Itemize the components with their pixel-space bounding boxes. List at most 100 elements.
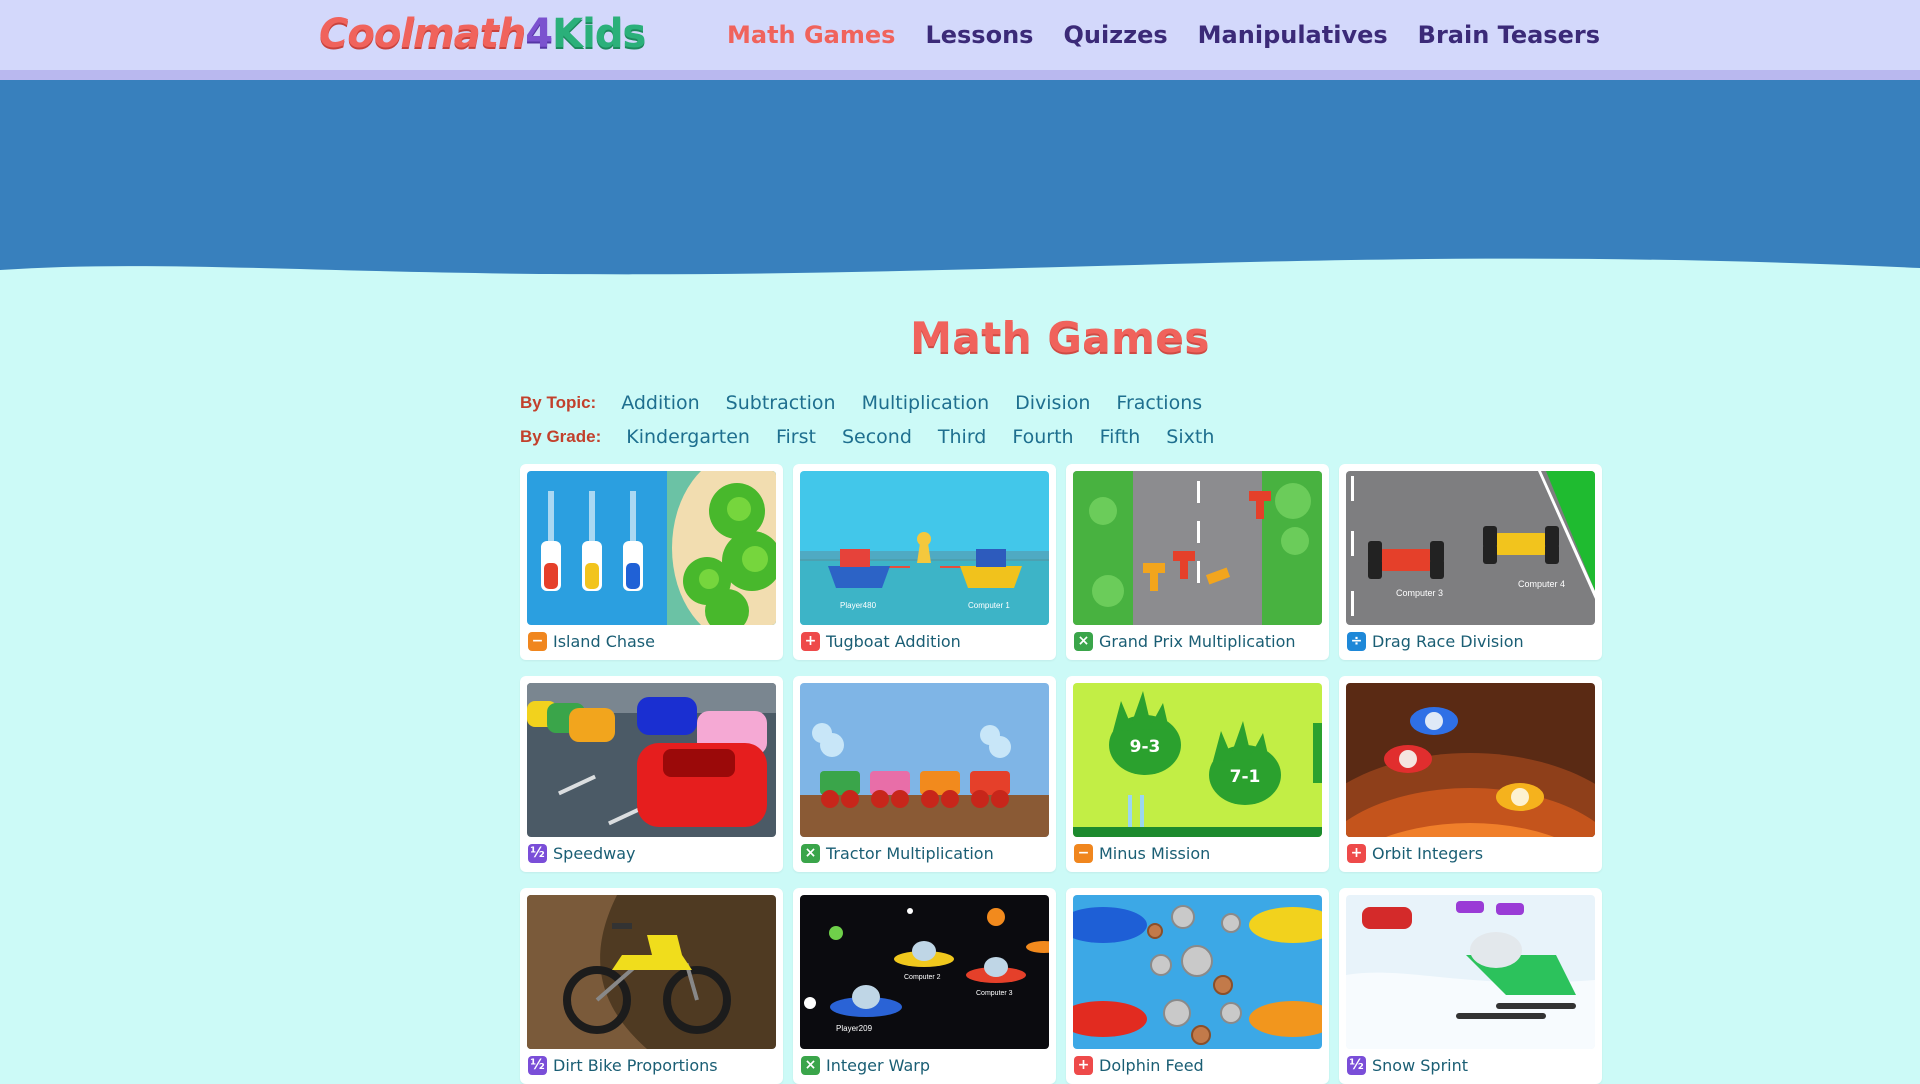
game-thumbnail — [1073, 471, 1322, 625]
game-caption: ÷ Drag Race Division — [1346, 625, 1595, 658]
game-thumbnail — [527, 471, 776, 625]
nav-link-manipulatives[interactable]: Manipulatives — [1198, 21, 1388, 49]
game-caption: × Tractor Multiplication — [800, 837, 1049, 870]
game-title: Tugboat Addition — [826, 632, 961, 651]
subtraction-icon: − — [1074, 844, 1093, 863]
thumbnail-label: Computer 4 — [1518, 579, 1565, 589]
nav-link-lessons[interactable]: Lessons — [925, 21, 1033, 49]
fraction-icon: ½ — [528, 844, 547, 863]
nav-link-quizzes[interactable]: Quizzes — [1063, 21, 1167, 49]
addition-icon: + — [1074, 1056, 1093, 1075]
game-caption: + Dolphin Feed — [1073, 1049, 1322, 1082]
topic-link-addition[interactable]: Addition — [621, 392, 699, 414]
game-title: Dirt Bike Proportions — [553, 1056, 718, 1075]
site-logo[interactable]: Coolmath4Kids — [319, 11, 646, 57]
game-thumbnail — [800, 683, 1049, 837]
grade-filter-row: By Grade: Kindergarten First Second Thir… — [520, 420, 1240, 454]
thumbnail-label: Player209 — [836, 1024, 873, 1033]
multiplication-icon: × — [801, 844, 820, 863]
main-nav: Math Games Lessons Quizzes Manipulatives… — [727, 0, 1600, 70]
games-grid: − Island Chase Player480 Computer 1 + Tu… — [520, 464, 1602, 1084]
game-title: Snow Sprint — [1372, 1056, 1469, 1075]
game-caption: × Integer Warp — [800, 1049, 1049, 1082]
banner-wave — [0, 80, 1920, 275]
page-title: Math Games — [910, 313, 1210, 362]
game-title: Integer Warp — [826, 1056, 930, 1075]
fraction-icon: ½ — [528, 1056, 547, 1075]
nav-link-brain-teasers[interactable]: Brain Teasers — [1418, 21, 1600, 49]
nav-divider-strip — [0, 70, 1920, 80]
topic-link-fractions[interactable]: Fractions — [1116, 392, 1202, 414]
game-thumbnail: Computer 3 Computer 4 — [1346, 471, 1595, 625]
grade-link-fourth[interactable]: Fourth — [1012, 426, 1073, 448]
topic-link-multiplication[interactable]: Multiplication — [862, 392, 990, 414]
game-card-speedway[interactable]: ½ Speedway — [520, 676, 783, 872]
game-card-tractor-multiplication[interactable]: × Tractor Multiplication — [793, 676, 1056, 872]
game-caption: ½ Dirt Bike Proportions — [527, 1049, 776, 1082]
addition-icon: + — [801, 632, 820, 651]
game-card-tugboat-addition[interactable]: Player480 Computer 1 + Tugboat Addition — [793, 464, 1056, 660]
topic-filter-row: By Topic: Addition Subtraction Multiplic… — [520, 386, 1240, 420]
grade-link-third[interactable]: Third — [938, 426, 986, 448]
grade-link-sixth[interactable]: Sixth — [1166, 426, 1214, 448]
thumbnail-label: Player480 — [840, 601, 877, 610]
game-title: Drag Race Division — [1372, 632, 1524, 651]
game-card-snow-sprint[interactable]: ½ Snow Sprint — [1339, 888, 1602, 1084]
game-caption: − Island Chase — [527, 625, 776, 658]
logo-text-4: 4 — [525, 11, 553, 57]
logo-text-coolmath: Coolmath — [319, 11, 526, 57]
addition-icon: + — [1347, 844, 1366, 863]
topic-link-subtraction[interactable]: Subtraction — [726, 392, 836, 414]
multiplication-icon: × — [1074, 632, 1093, 651]
game-caption: + Tugboat Addition — [800, 625, 1049, 658]
game-card-dirt-bike-proportions[interactable]: ½ Dirt Bike Proportions — [520, 888, 783, 1084]
game-title: Minus Mission — [1099, 844, 1211, 863]
fraction-icon: ½ — [1347, 1056, 1366, 1075]
grade-link-kindergarten[interactable]: Kindergarten — [626, 426, 750, 448]
game-caption: ½ Speedway — [527, 837, 776, 870]
topic-filter-label: By Topic: — [520, 393, 597, 412]
thumbnail-label: 9-3 — [1130, 737, 1161, 757]
subtraction-icon: − — [528, 632, 547, 651]
game-title: Dolphin Feed — [1099, 1056, 1204, 1075]
game-thumbnail — [1346, 683, 1595, 837]
game-card-drag-race-division[interactable]: Computer 3 Computer 4 ÷ Drag Race Divisi… — [1339, 464, 1602, 660]
hero-banner — [0, 80, 1920, 280]
thumbnail-label: Computer 2 — [904, 974, 941, 981]
thumbnail-label: Computer 3 — [1396, 588, 1443, 598]
game-title: Speedway — [553, 844, 636, 863]
game-thumbnail — [527, 895, 776, 1049]
game-thumbnail — [1073, 895, 1322, 1049]
grade-link-first[interactable]: First — [776, 426, 816, 448]
game-title: Island Chase — [553, 632, 655, 651]
game-caption: + Orbit Integers — [1346, 837, 1595, 870]
game-title: Tractor Multiplication — [826, 844, 994, 863]
game-card-grand-prix-multiplication[interactable]: × Grand Prix Multiplication — [1066, 464, 1329, 660]
game-thumbnail — [527, 683, 776, 837]
game-thumbnail: Player480 Computer 1 — [800, 471, 1049, 625]
game-title: Orbit Integers — [1372, 844, 1484, 863]
grade-link-fifth[interactable]: Fifth — [1100, 426, 1141, 448]
game-filters: By Topic: Addition Subtraction Multiplic… — [520, 386, 1240, 454]
thumbnail-label: Computer 3 — [976, 990, 1013, 997]
game-card-dolphin-feed[interactable]: + Dolphin Feed — [1066, 888, 1329, 1084]
game-caption: ½ Snow Sprint — [1346, 1049, 1595, 1082]
game-thumbnail: Computer 2 Computer 3 Player209 — [800, 895, 1049, 1049]
game-card-integer-warp[interactable]: Computer 2 Computer 3 Player209 × Intege… — [793, 888, 1056, 1084]
grade-filter-label: By Grade: — [520, 427, 602, 446]
nav-link-math-games[interactable]: Math Games — [727, 21, 895, 49]
top-navigation-bar: Coolmath4Kids Math Games Lessons Quizzes… — [0, 0, 1920, 70]
game-caption: × Grand Prix Multiplication — [1073, 625, 1322, 658]
thumbnail-label: 7-1 — [1230, 767, 1261, 787]
logo-text-kids: Kids — [552, 11, 646, 57]
game-thumbnail — [1346, 895, 1595, 1049]
topic-link-division[interactable]: Division — [1015, 392, 1090, 414]
game-card-orbit-integers[interactable]: + Orbit Integers — [1339, 676, 1602, 872]
grade-link-second[interactable]: Second — [842, 426, 912, 448]
game-card-minus-mission[interactable]: 9-3 7-1 − Minus Mission — [1066, 676, 1329, 872]
division-icon: ÷ — [1347, 632, 1366, 651]
multiplication-icon: × — [801, 1056, 820, 1075]
game-card-island-chase[interactable]: − Island Chase — [520, 464, 783, 660]
thumbnail-label: Computer 1 — [968, 601, 1010, 610]
game-caption: − Minus Mission — [1073, 837, 1322, 870]
